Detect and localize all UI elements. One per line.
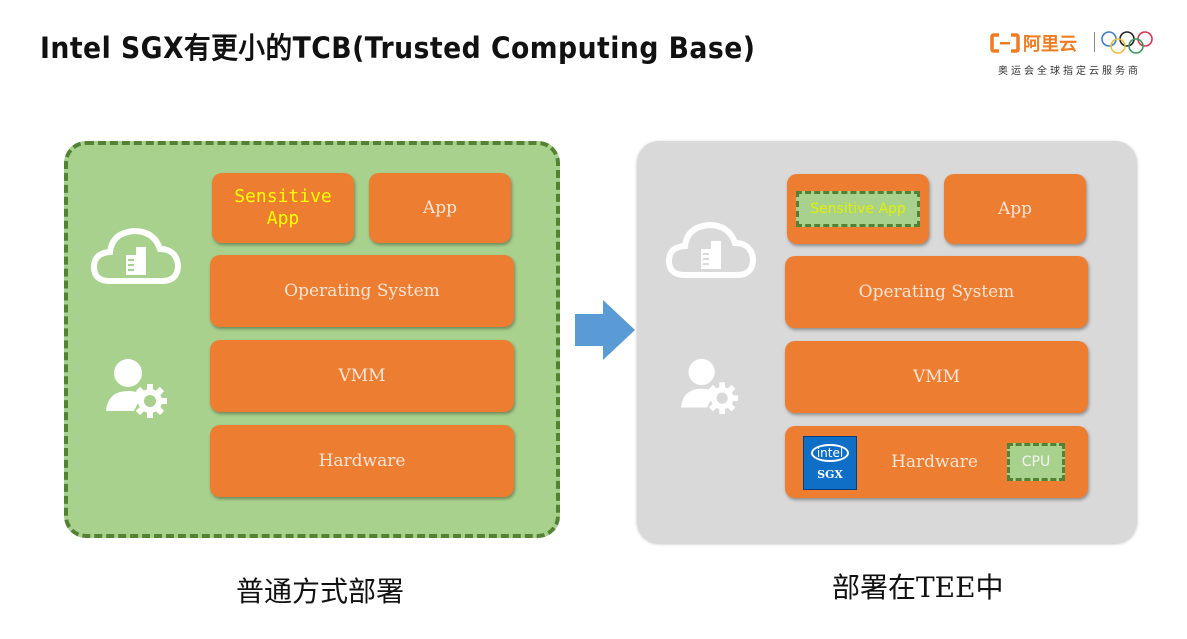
normal-deployment-caption: 普通方式部署: [236, 575, 405, 608]
cloud-building-icon: [90, 225, 182, 287]
vmm-layer: VMM: [210, 340, 514, 412]
tee-deployment-panel: Sensitive App App Operating System VMM i…: [637, 141, 1137, 543]
olympic-rings-icon: [1100, 30, 1156, 60]
app-label: App: [997, 198, 1033, 219]
user-gear-icon: [679, 357, 741, 415]
sensitive-app-layer: Sensitive App: [212, 173, 354, 243]
cpu-label: CPU: [1021, 453, 1051, 470]
slide-title: Intel SGX有更小的TCB(Trusted Computing Base): [40, 31, 756, 65]
arrow-right-icon: [573, 300, 637, 360]
tee-deployment-caption: 部署在TEE中: [832, 571, 1004, 604]
app-layer: App: [944, 174, 1086, 244]
hardware-layer: Hardware: [210, 425, 514, 497]
enclave-region: Sensitive App: [796, 191, 920, 227]
operating-system-layer: Operating System: [785, 256, 1088, 328]
operating-system-label: Operating System: [858, 281, 1015, 302]
intel-sgx-logo: intel SGX: [803, 436, 857, 490]
hardware-label: Hardware: [318, 450, 406, 471]
sgx-label: SGX: [817, 468, 843, 482]
cpu-enclave: CPU: [1007, 443, 1065, 481]
hardware-label: Hardware: [891, 451, 978, 472]
vmm-label: VMM: [912, 366, 961, 387]
sensitive-app-label: Sensitive App: [810, 200, 906, 217]
app-label: App: [422, 197, 458, 218]
aliyun-logo: 阿里云 奥运会全球指定云服务商: [990, 30, 1170, 80]
aliyun-brand-text: 阿里云: [1023, 34, 1077, 55]
app-layer: App: [369, 173, 511, 243]
operating-system-label: Operating System: [284, 280, 440, 301]
intel-brand: intel: [810, 444, 850, 463]
vmm-label: VMM: [338, 365, 386, 386]
operating-system-layer: Operating System: [210, 255, 514, 327]
user-gear-icon: [104, 357, 170, 419]
logo-subtitle: 奥运会全球指定云服务商: [998, 66, 1141, 77]
logo-divider: [1094, 32, 1095, 52]
sensitive-app-layer: Sensitive App: [787, 174, 929, 244]
normal-deployment-panel: Sensitive App App Operating System VMM H…: [64, 141, 560, 538]
aliyun-mark-icon: [990, 33, 1020, 53]
vmm-layer: VMM: [785, 341, 1088, 413]
hardware-layer: intel SGX Hardware CPU: [785, 426, 1088, 498]
sensitive-app-label: Sensitive App: [234, 186, 332, 229]
aliyun-brand: 阿里云: [990, 30, 1077, 56]
cloud-building-icon: [665, 219, 757, 281]
